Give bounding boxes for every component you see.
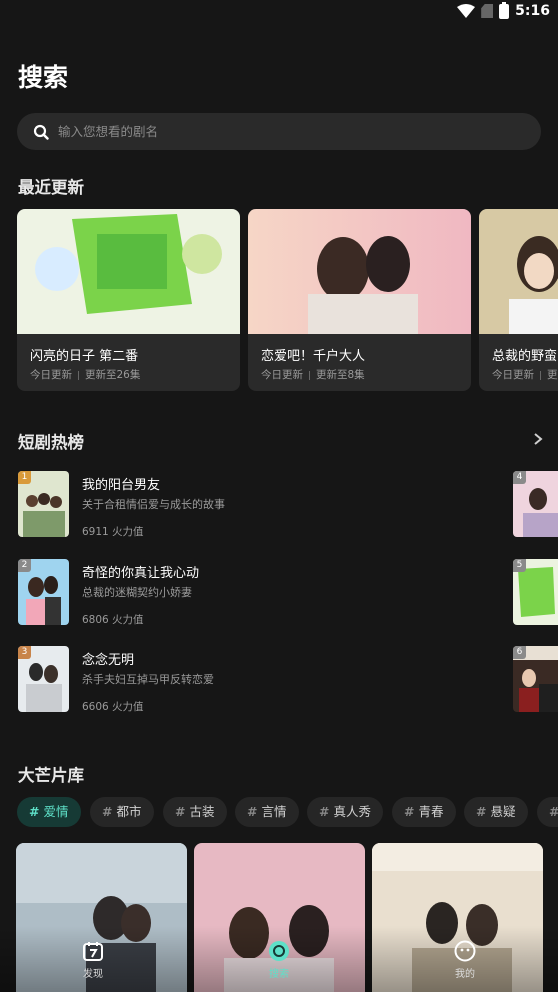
recent-card-title: 总裁的野蛮	[492, 349, 558, 364]
rank-badge: 1	[18, 471, 31, 484]
wifi-icon	[457, 4, 476, 18]
recent-card-title: 闪亮的日子 第二番	[30, 349, 139, 364]
tag-label: 悬疑	[490, 804, 516, 819]
rank-badge: 3	[18, 646, 31, 659]
tag-label: 古装	[189, 804, 215, 819]
search-bar[interactable]	[17, 113, 541, 150]
search-nav-icon	[269, 941, 289, 961]
hot-item-desc: 关于合租情侣爱与成长的故事	[82, 498, 225, 511]
nav-profile[interactable]: 我的	[435, 940, 495, 980]
recent-card-title: 恋爱吧！千户大人	[261, 349, 366, 364]
recent-card-date: 今日更新	[261, 369, 303, 381]
tag-romance-novel[interactable]: # 言情	[235, 797, 299, 827]
recent-thumbnail	[17, 209, 240, 334]
hot-list-item[interactable]: 3 念念无明 杀手夫妇互掉马甲反转恋爱 6606 火力值	[18, 646, 498, 714]
status-icons: 5:16	[457, 1, 550, 19]
search-input[interactable]	[58, 124, 498, 139]
hot-item-desc: 总裁的迷糊契约小娇妻	[82, 586, 192, 599]
status-bar: 5:16	[0, 0, 558, 26]
recent-updates-row: 闪亮的日子 第二番 今日更新 更新至26集 恋爱吧！千户大人 今日更新 更新至8集 …	[17, 209, 558, 391]
recent-card-progress: 更新至8集	[316, 369, 365, 381]
tag-label: 爱情	[43, 804, 69, 819]
chevron-right-icon[interactable]	[532, 432, 544, 446]
recent-card-meta: 今日更新 更	[492, 367, 558, 382]
hot-item-heat: 6606 火力值	[82, 701, 144, 713]
recent-card-progress: 更新至26集	[85, 369, 141, 381]
nav-label: 发现	[83, 969, 103, 980]
hot-list-item[interactable]: 2 奇怪的你真让我心动 总裁的迷糊契约小娇妻 6806 火力值	[18, 559, 498, 627]
hot-thumbnail: 1	[18, 471, 69, 537]
tag-suspense[interactable]: # 悬疑	[464, 797, 528, 827]
hot-item-heat: 6911 火力值	[82, 526, 144, 538]
tag-youth[interactable]: # 青春	[392, 797, 456, 827]
hot-item-desc: 杀手夫妇互掉马甲反转恋爱	[82, 673, 214, 686]
tag-label: 都市	[116, 804, 142, 819]
recent-card[interactable]: 总裁的野蛮 今日更新 更	[479, 209, 558, 391]
hot-list-item-peek[interactable]: 5	[513, 559, 558, 625]
genre-tags: #爱情 #都市 #古装 #言情 #真人秀 #青春 #悬疑 #	[17, 797, 558, 827]
tag-costume[interactable]: # 古装	[163, 797, 227, 827]
hot-item-title: 奇怪的你真让我心动	[82, 566, 200, 581]
smiley-icon	[454, 940, 476, 962]
rank-badge: 2	[18, 559, 31, 572]
hot-thumbnail: 3	[18, 646, 69, 712]
tag-label: 真人秀	[333, 804, 371, 819]
tag-reality-show[interactable]: # 真人秀	[307, 797, 383, 827]
rank-badge: 5	[513, 559, 526, 572]
rank-badge: 4	[513, 471, 526, 484]
calendar-icon	[83, 942, 103, 961]
recent-card-date: 今日更新	[30, 369, 72, 381]
recent-thumbnail	[248, 209, 471, 334]
nav-search[interactable]: 搜索	[249, 940, 309, 980]
hot-list-item-peek[interactable]: 6	[513, 646, 558, 712]
recent-card-meta: 今日更新 更新至26集	[30, 367, 140, 382]
sim-icon	[481, 4, 494, 18]
nav-label: 我的	[455, 969, 475, 980]
recent-card-meta: 今日更新 更新至8集	[261, 367, 365, 382]
section-title-library: 大芒片库	[18, 766, 84, 785]
page-title: 搜索	[18, 63, 69, 92]
hot-item-title: 念念无明	[82, 653, 135, 668]
recent-card[interactable]: 恋爱吧！千户大人 今日更新 更新至8集	[248, 209, 471, 391]
recent-card-date: 今日更新	[492, 369, 534, 381]
recent-card-progress: 更	[547, 369, 558, 381]
tag-romance[interactable]: # 爱情	[17, 797, 81, 827]
recent-card[interactable]: 闪亮的日子 第二番 今日更新 更新至26集	[17, 209, 240, 391]
recent-thumbnail	[479, 209, 558, 334]
hot-item-heat: 6806 火力值	[82, 614, 144, 626]
hot-list-item[interactable]: 1 我的阳台男友 关于合租情侣爱与成长的故事 6911 火力值	[18, 471, 498, 539]
section-title-recent: 最近更新	[18, 178, 84, 197]
status-time: 5:16	[515, 3, 550, 19]
battery-icon	[499, 1, 510, 19]
bottom-navigation: 发现 搜索 我的	[0, 926, 558, 992]
hot-item-title: 我的阳台男友	[82, 478, 161, 493]
section-title-hot: 短剧热榜	[18, 433, 84, 452]
tag-urban[interactable]: # 都市	[90, 797, 154, 827]
nav-discover[interactable]: 发现	[63, 940, 123, 980]
nav-label: 搜索	[269, 969, 289, 980]
hot-thumbnail: 2	[18, 559, 69, 625]
rank-badge: 6	[513, 646, 526, 659]
tag-more[interactable]: #	[537, 797, 558, 827]
hot-list-item-peek[interactable]: 4	[513, 471, 558, 537]
search-icon	[33, 124, 49, 140]
tag-label: 青春	[418, 804, 444, 819]
tag-label: 言情	[261, 804, 287, 819]
